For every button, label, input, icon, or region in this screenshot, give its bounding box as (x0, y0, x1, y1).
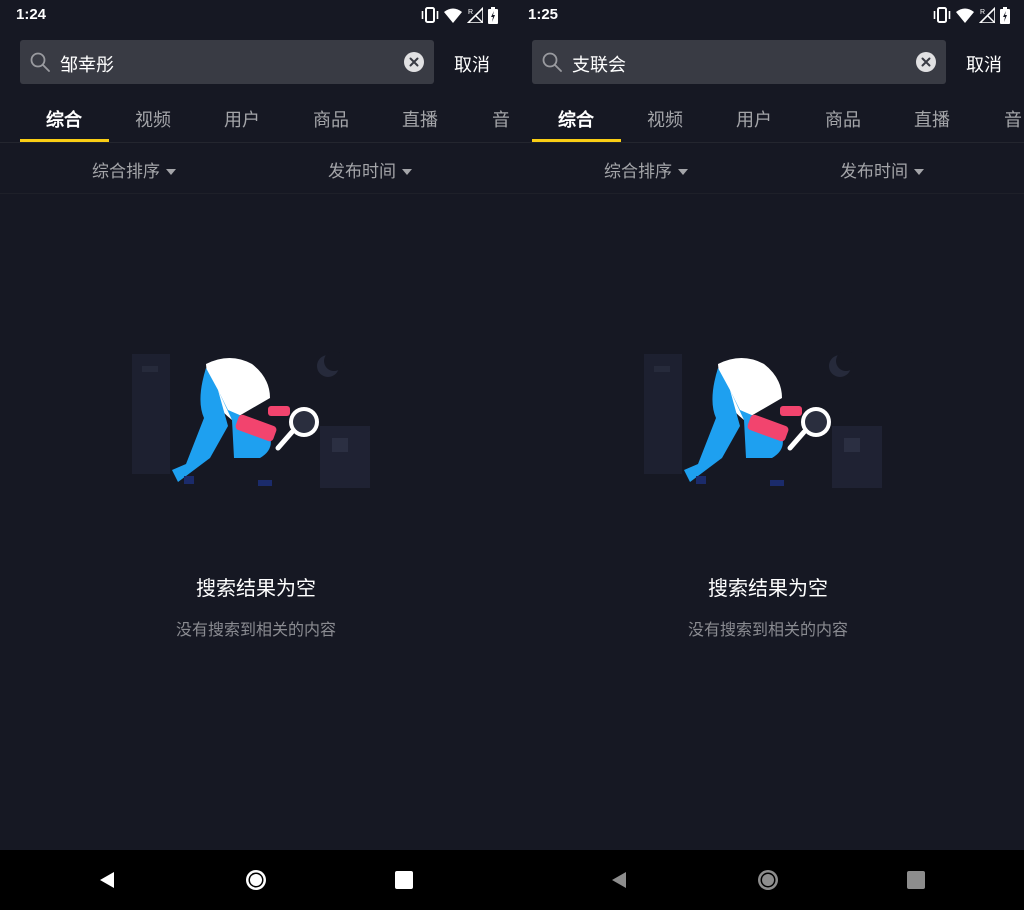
divider (0, 193, 512, 194)
filter-row: 综合排序 发布时间 (512, 143, 1024, 193)
search-input[interactable]: 邹幸彤 (20, 40, 434, 84)
tab-music[interactable]: 音 (492, 106, 510, 132)
sort-filter[interactable]: 综合排序 (604, 157, 688, 182)
publish-time-filter-label: 发布时间 (840, 162, 908, 182)
battery-icon (488, 6, 498, 24)
tab-general[interactable]: 综合 (558, 106, 594, 132)
sort-filter-label: 综合排序 (92, 162, 160, 182)
svg-text:R: R (468, 9, 473, 16)
result-tabs: 综合 视频 用户 商品 直播 音 (512, 96, 1024, 142)
result-tabs: 综合 视频 用户 商品 直播 音 (0, 96, 512, 142)
home-icon[interactable] (244, 868, 268, 892)
signal-icon: R (467, 7, 483, 23)
signal-icon: R (979, 7, 995, 23)
recents-icon[interactable] (904, 868, 928, 892)
search-screen-right: 1:25 R 支联会 取消 综合 视频 用户 商品 直播 音 综合排序 发布时间 (512, 0, 1024, 850)
empty-search-illustration (132, 351, 370, 488)
status-icons: R (933, 6, 1010, 24)
tab-video[interactable]: 视频 (135, 106, 171, 132)
wifi-icon (444, 8, 462, 23)
search-query: 支联会 (572, 55, 626, 76)
tab-users[interactable]: 用户 (736, 106, 772, 132)
cancel-button[interactable]: 取消 (454, 51, 490, 77)
tab-music[interactable]: 音 (1004, 106, 1022, 132)
vibrate-icon (933, 7, 951, 23)
clear-icon[interactable] (916, 52, 936, 72)
navigation-bar (512, 850, 1024, 910)
publish-time-filter[interactable]: 发布时间 (840, 157, 924, 182)
tab-products[interactable]: 商品 (313, 106, 349, 132)
divider (512, 193, 1024, 194)
home-icon[interactable] (756, 868, 780, 892)
svg-text:R: R (980, 9, 985, 16)
publish-time-filter-label: 发布时间 (328, 162, 396, 182)
clear-icon[interactable] (404, 52, 424, 72)
sort-filter[interactable]: 综合排序 (92, 157, 176, 182)
search-icon (30, 52, 50, 72)
tab-users[interactable]: 用户 (224, 106, 260, 132)
search-row: 邹幸彤 取消 (20, 40, 500, 84)
search-screen-left: 1:24 R 邹幸彤 取消 综合 视频 用户 商品 直播 音 综合排序 发布时间 (0, 0, 512, 850)
filter-row: 综合排序 发布时间 (0, 143, 512, 193)
tab-general[interactable]: 综合 (46, 106, 82, 132)
status-bar: 1:25 R (512, 0, 1024, 30)
tab-live[interactable]: 直播 (402, 106, 438, 132)
tab-products[interactable]: 商品 (825, 106, 861, 132)
search-icon (542, 52, 562, 72)
battery-icon (1000, 6, 1010, 24)
caret-down-icon (166, 169, 176, 175)
back-icon[interactable] (608, 868, 632, 892)
search-row: 支联会 取消 (532, 40, 1012, 84)
caret-down-icon (402, 169, 412, 175)
publish-time-filter[interactable]: 发布时间 (328, 157, 412, 182)
status-time: 1:25 (528, 6, 559, 23)
vibrate-icon (421, 7, 439, 23)
tab-live[interactable]: 直播 (914, 106, 950, 132)
recents-icon[interactable] (392, 868, 416, 892)
caret-down-icon (914, 169, 924, 175)
search-query: 邹幸彤 (60, 55, 114, 76)
empty-search-illustration (644, 351, 882, 488)
status-bar: 1:24 R (0, 0, 512, 30)
empty-state-title: 搜索结果为空 (196, 576, 316, 600)
search-input[interactable]: 支联会 (532, 40, 946, 84)
caret-down-icon (678, 169, 688, 175)
status-icons: R (421, 6, 498, 24)
back-icon[interactable] (96, 868, 120, 892)
sort-filter-label: 综合排序 (604, 162, 672, 182)
status-time: 1:24 (16, 6, 47, 23)
wifi-icon (956, 8, 974, 23)
cancel-button[interactable]: 取消 (966, 51, 1002, 77)
empty-state-subtitle: 没有搜索到相关的内容 (175, 620, 336, 639)
tab-video[interactable]: 视频 (647, 106, 683, 132)
navigation-bar (0, 850, 512, 910)
empty-state-subtitle: 没有搜索到相关的内容 (687, 620, 848, 639)
empty-state-title: 搜索结果为空 (708, 576, 828, 600)
